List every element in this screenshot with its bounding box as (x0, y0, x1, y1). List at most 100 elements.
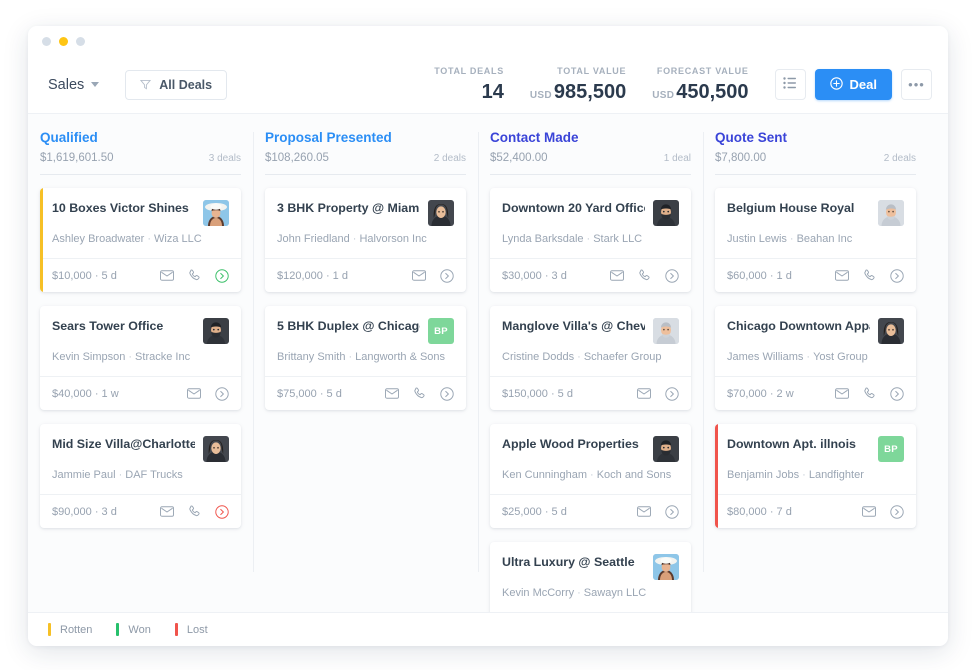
deal-card-footer: $120,000 · 1 d (265, 258, 466, 292)
deal-card[interactable]: Chicago Downtown Appart... James William… (715, 306, 916, 410)
deal-card[interactable]: 3 BHK Property @ Miami... John Friedland… (265, 188, 466, 292)
separator-dot: · (118, 469, 123, 481)
advance-stage-arrow-icon[interactable] (890, 504, 904, 519)
deal-amount: $70,000 (727, 387, 767, 400)
advance-stage-arrow-icon[interactable] (215, 386, 229, 401)
deal-card[interactable]: Sears Tower Office Kevin Simpson · Stracke… (40, 306, 241, 410)
phone-icon[interactable] (413, 387, 426, 400)
deal-company-name: Koch and Sons (596, 469, 672, 481)
deal-card[interactable]: Downtown Apt. illnois BP Benjamin Jobs · L… (715, 424, 916, 528)
deal-card-header: Apple Wood Properties (502, 436, 679, 462)
deal-meta: $40,000 · 1 w (52, 387, 119, 400)
deal-card[interactable]: Downtown 20 Yard Office... Lynda Barksda… (490, 188, 691, 292)
phone-icon[interactable] (188, 505, 201, 518)
advance-stage-arrow-icon[interactable] (665, 504, 679, 519)
deal-card[interactable]: Ultra Luxury @ Seattle Kevin McCorry · Saw… (490, 542, 691, 612)
deal-title: 3 BHK Property @ Miami... (277, 201, 420, 215)
phone-icon[interactable] (863, 269, 876, 282)
column-amount: $1,619,601.50 (40, 152, 114, 164)
email-icon[interactable] (385, 388, 399, 399)
deal-contact-line: John Friedland · Halvorson Inc (277, 233, 454, 258)
email-icon[interactable] (610, 270, 624, 281)
deal-actions (835, 386, 904, 401)
deal-card[interactable]: 5 BHK Duplex @ Chicago H... BP Brittany … (265, 306, 466, 410)
deal-actions (637, 386, 679, 401)
avatar: BP (878, 436, 904, 462)
column-card-list: Downtown 20 Yard Office... Lynda Barksda… (490, 188, 691, 612)
advance-stage-arrow-icon[interactable] (665, 386, 679, 401)
advance-stage-arrow-icon[interactable] (890, 386, 904, 401)
deal-company-name: Wiza LLC (154, 233, 202, 245)
advance-stage-arrow-icon[interactable] (665, 268, 679, 283)
stat-forecast-value-label: FORECAST VALUE (656, 66, 749, 76)
email-icon[interactable] (637, 388, 651, 399)
deal-age: 1 d (776, 269, 792, 282)
list-view-button[interactable] (774, 69, 806, 100)
deal-meta: $60,000 · 1 d (727, 269, 792, 282)
email-icon[interactable] (835, 388, 849, 399)
filter-icon (140, 79, 152, 90)
deal-title: Manglove Villa's @ Chevy's (502, 319, 645, 333)
column-title[interactable]: Qualified (40, 130, 241, 145)
column-card-list: 10 Boxes Victor Shines Ashley Broadwater… (40, 188, 241, 528)
column-title[interactable]: Contact Made (490, 130, 691, 145)
toolbar-actions: Deal ••• (774, 69, 932, 100)
column-deal-count: 3 deals (208, 153, 241, 164)
deal-card-footer: $40,000 · 1 w (40, 376, 241, 410)
email-icon[interactable] (862, 506, 876, 517)
deal-age: 5 d (326, 387, 342, 400)
deal-card[interactable]: Manglove Villa's @ Chevy's Cristine Dodd… (490, 306, 691, 410)
window-maximize-dot[interactable] (76, 36, 85, 46)
email-icon[interactable] (160, 270, 174, 281)
legend-label: Lost (186, 623, 208, 636)
avatar (203, 436, 229, 462)
separator-dot: · (128, 351, 133, 363)
deal-card[interactable]: Apple Wood Properties Ken Cunningham · Koc… (490, 424, 691, 528)
deal-contact-name: Jammie Paul (52, 469, 116, 481)
deal-contact-name: Lynda Barksdale (502, 233, 584, 245)
column-amount: $7,800.00 (715, 152, 767, 164)
phone-icon[interactable] (638, 269, 651, 282)
advance-stage-arrow-icon[interactable] (890, 268, 904, 283)
deal-title: Mid Size Villa@Charlotte NC (52, 437, 195, 451)
column-deal-count: 1 deal (663, 153, 691, 164)
deal-actions (160, 268, 229, 283)
window-minimize-dot[interactable] (59, 36, 68, 46)
window-close-dot[interactable] (42, 36, 51, 46)
column-summary: $1,619,601.50 3 deals (40, 152, 241, 175)
more-options-button[interactable]: ••• (901, 69, 932, 100)
window-titlebar (28, 26, 948, 56)
phone-icon[interactable] (188, 269, 201, 282)
deal-title: 10 Boxes Victor Shines (52, 201, 189, 215)
stat-forecast-value-value: USD 450,500 (652, 81, 749, 103)
deal-card[interactable]: 10 Boxes Victor Shines Ashley Broadwater… (40, 188, 241, 292)
advance-stage-arrow-icon[interactable] (440, 268, 454, 283)
email-icon[interactable] (187, 388, 201, 399)
all-deals-filter-button[interactable]: All Deals (125, 69, 228, 100)
stat-forecast-value-currency: USD (652, 90, 675, 101)
pipeline-column: Contact Made $52,400.00 1 deal Downtown 20… (478, 130, 703, 612)
email-icon[interactable] (637, 506, 651, 517)
stat-total-deals-value: 14 (481, 81, 504, 103)
deal-card[interactable]: Belgium House Royal Justin Lewis · Beahan … (715, 188, 916, 292)
deal-contact-line: Cristine Dodds · Schaefer Group (502, 351, 679, 376)
column-title[interactable]: Quote Sent (715, 130, 916, 145)
separator-dot: · (348, 351, 353, 363)
column-title[interactable]: Proposal Presented (265, 130, 466, 145)
add-deal-button[interactable]: Deal (814, 69, 892, 100)
email-icon[interactable] (412, 270, 426, 281)
deal-age: 3 d (551, 269, 567, 282)
email-icon[interactable] (160, 506, 174, 517)
advance-stage-arrow-icon[interactable] (215, 268, 229, 283)
deal-age: 2 w (776, 387, 794, 400)
email-icon[interactable] (835, 270, 849, 281)
deal-contact-name: Brittany Smith (277, 351, 346, 363)
pipeline-selector[interactable]: Sales (48, 77, 103, 93)
phone-icon[interactable] (863, 387, 876, 400)
deal-card[interactable]: Mid Size Villa@Charlotte NC Jammie Paul·… (40, 424, 241, 528)
advance-stage-arrow-icon[interactable] (215, 504, 229, 519)
deal-actions (160, 504, 229, 519)
deal-title: Downtown Apt. illnois (727, 437, 856, 451)
deal-meta: $25,000 · 5 d (502, 505, 567, 518)
advance-stage-arrow-icon[interactable] (440, 386, 454, 401)
